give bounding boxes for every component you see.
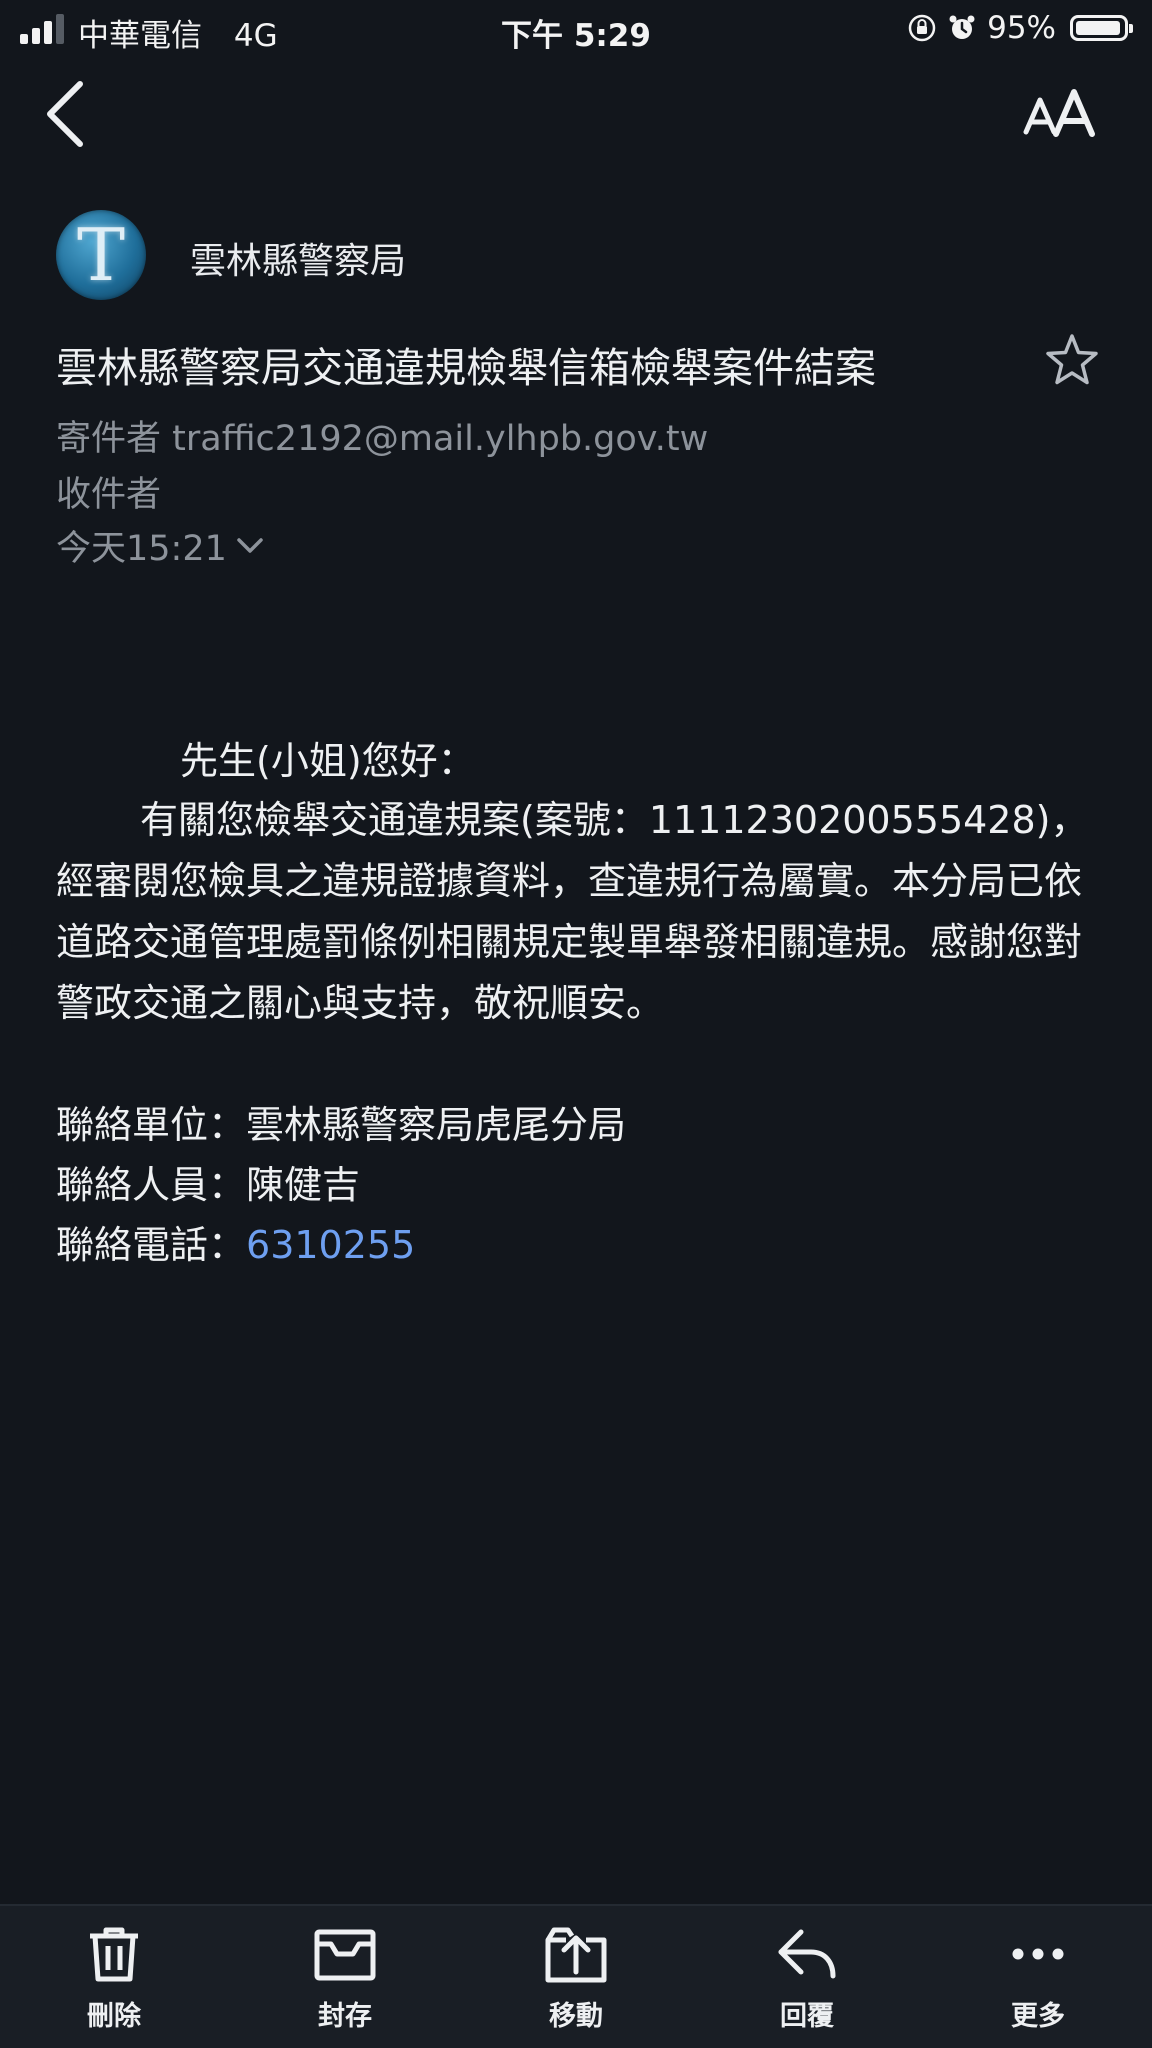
star-button[interactable] xyxy=(1044,332,1100,388)
reply-label: 回覆 xyxy=(780,2001,834,2032)
archive-box-icon xyxy=(314,1929,376,1981)
contact-person: 聯絡人員：陳健吉 xyxy=(56,1163,361,1207)
move-label: 移動 xyxy=(549,2001,603,2032)
folder-move-icon xyxy=(545,1927,607,1983)
more-button[interactable]: 更多 xyxy=(958,1924,1118,2033)
sender-name[interactable]: 雲林縣警察局 xyxy=(190,232,406,284)
move-button[interactable]: 移動 xyxy=(496,1924,656,2033)
text-size-icon xyxy=(1023,89,1095,137)
archive-button[interactable]: 封存 xyxy=(265,1924,425,2033)
alarm-icon xyxy=(949,15,975,39)
status-bar: 中華電信 4G 下午 5:29 95% xyxy=(0,0,1152,58)
date-details-toggle[interactable]: 今天15:21 xyxy=(56,520,265,571)
reply-icon xyxy=(778,1929,836,1979)
contact-phone-label: 聯絡電話： xyxy=(56,1223,247,1267)
battery-level-fill xyxy=(1076,21,1120,35)
from-label: 寄件者 xyxy=(56,419,162,459)
more-dots-icon xyxy=(1012,1948,1064,1960)
star-icon xyxy=(1046,334,1098,385)
delete-label: 刪除 xyxy=(87,2001,141,2032)
email-screen: 中華電信 4G 下午 5:29 95% T 雲林縣警察局 雲林縣警察局交通違規檢… xyxy=(0,0,1152,2048)
from-line: 寄件者 traffic2192@mail.ylhpb.gov.tw xyxy=(56,410,708,461)
email-subject: 雲林縣警察局交通違規檢舉信箱檢舉案件結案 xyxy=(56,344,876,392)
to-label: 收件者 xyxy=(56,475,162,515)
archive-label: 封存 xyxy=(318,2001,372,2032)
orientation-lock-icon xyxy=(908,14,936,42)
delete-button[interactable]: 刪除 xyxy=(34,1924,194,2033)
to-line: 收件者 xyxy=(56,466,161,517)
contact-phone-line: 聯絡電話：6310255 xyxy=(56,1214,415,1269)
chevron-left-icon xyxy=(47,81,83,147)
email-date: 今天15:21 xyxy=(56,529,227,569)
chevron-down-icon xyxy=(237,537,263,553)
avatar-letter: T xyxy=(76,213,126,297)
trash-icon xyxy=(90,1927,138,1982)
sender-avatar[interactable]: T xyxy=(56,210,146,300)
reply-button[interactable]: 回覆 xyxy=(727,1924,887,2033)
battery-icon xyxy=(1070,15,1133,41)
phone-number-link[interactable]: 6310255 xyxy=(246,1223,415,1267)
back-button[interactable] xyxy=(40,78,90,150)
email-body-paragraph: 有關您檢舉交通違規案(案號：1111230200555428)，經審閱您檢具之違… xyxy=(56,798,1089,1025)
email-greeting: 先生(小姐)您好： xyxy=(180,739,476,783)
text-size-button[interactable] xyxy=(1022,86,1102,142)
status-indicators: 95% xyxy=(907,10,1133,46)
from-address[interactable]: traffic2192@mail.ylhpb.gov.tw xyxy=(172,419,708,459)
bottom-toolbar: 刪除 封存 移動 回覆 更多 xyxy=(0,1904,1152,2048)
more-label: 更多 xyxy=(1011,2001,1065,2032)
battery-percent: 95% xyxy=(987,10,1056,46)
contact-unit: 聯絡單位：雲林縣警察局虎尾分局 xyxy=(56,1103,627,1147)
